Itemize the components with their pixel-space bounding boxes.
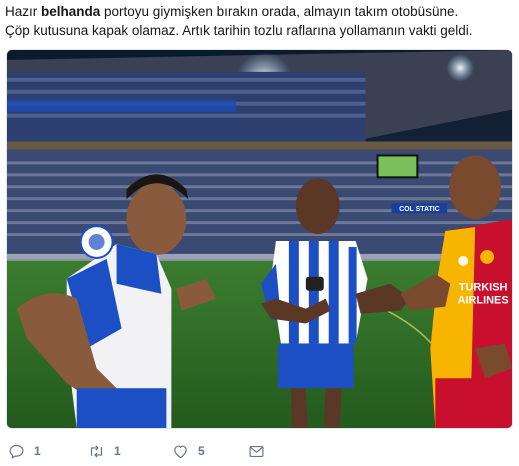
tweet-text: Hazır belhanda portoyu giymişken bırakın… [5, 2, 510, 40]
tweet-line-1: Hazır belhanda portoyu giymişken bırakın… [5, 2, 510, 21]
direct-message-button[interactable] [248, 443, 265, 460]
retweet-icon [90, 444, 103, 458]
heart-icon [174, 445, 187, 458]
like-count: 5 [198, 444, 205, 458]
player-middle-shorts [277, 343, 354, 389]
player-right-head [449, 155, 502, 220]
reply-icon [9, 444, 24, 459]
envelope-icon [249, 445, 264, 457]
player-middle-head [295, 178, 340, 235]
floodlight [446, 53, 475, 82]
tweet-photo[interactable]: COL STATIC TURKISH AIRLINES [6, 49, 513, 429]
retweet-button[interactable]: 1 [88, 443, 121, 460]
ad-board-text: COL STATIC [399, 206, 440, 213]
tweet-text-part: portoyu giymişken bırakın orada, almayın… [100, 4, 459, 19]
reply-count: 1 [34, 444, 41, 458]
sponsor-text-line2: AIRLINES [458, 295, 509, 307]
player-left-head [126, 183, 187, 255]
microphone-icon [305, 276, 324, 291]
led-band [7, 99, 237, 112]
reply-button[interactable]: 1 [8, 443, 41, 460]
stand-ledge [7, 141, 512, 150]
retweet-count: 1 [114, 444, 121, 458]
tweet-text-part: Hazır [5, 4, 42, 19]
like-button[interactable]: 5 [172, 443, 205, 460]
tweet-actions: 1 1 5 [6, 438, 511, 464]
kit-brand-icon [458, 255, 469, 266]
galatasaray-crest-icon [480, 249, 495, 264]
player-right-shorts [435, 378, 512, 428]
tweet-bold-word: belhanda [41, 4, 101, 19]
sponsor-text-line1: TURKISH [459, 282, 508, 294]
stadium-screen [376, 154, 419, 179]
tweet-line-2: Çöp kutusuna kapak olamaz. Artık tarihin… [5, 23, 473, 38]
photo-scene: COL STATIC TURKISH AIRLINES [7, 50, 512, 428]
player-left-shorts [76, 388, 167, 428]
